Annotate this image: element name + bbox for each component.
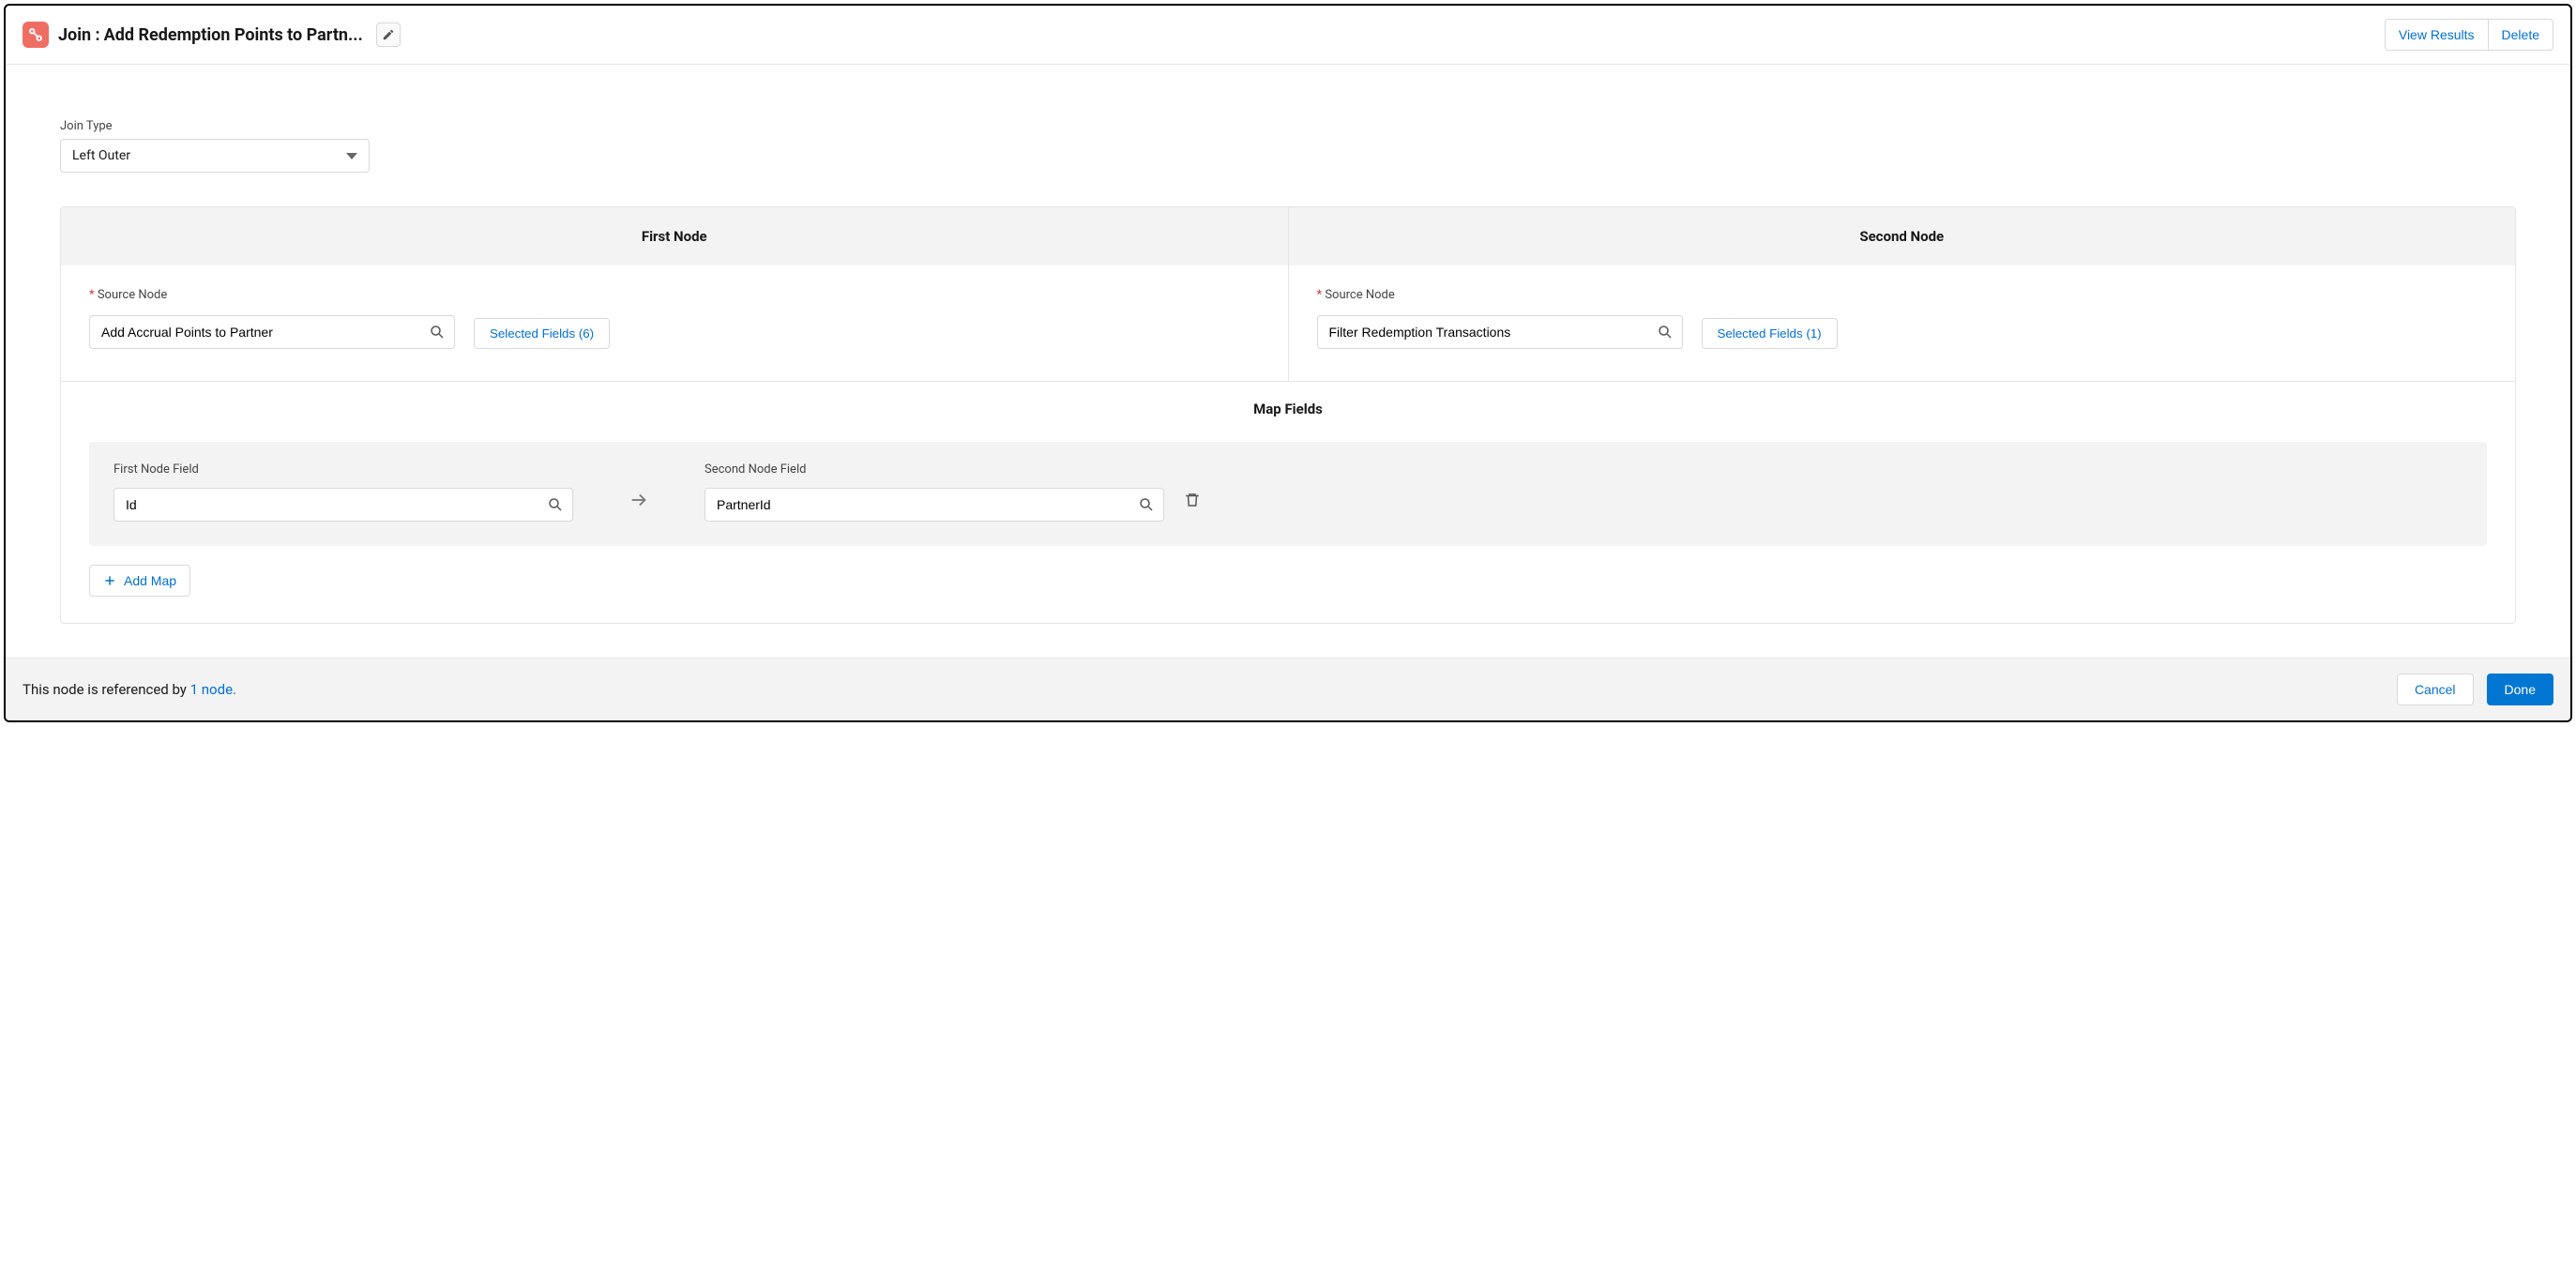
page-title-prefix: Join : — [58, 25, 100, 45]
map-arrow — [573, 475, 705, 510]
join-type-select[interactable]: Left Outer — [60, 139, 370, 173]
first-node-selected-fields-button[interactable]: Selected Fields (6) — [474, 318, 610, 349]
join-type-value: Left Outer — [72, 148, 130, 163]
footer-reference-text: This node is referenced by 1 node. — [23, 681, 236, 698]
nodes-header-row: First Node Second Node — [61, 207, 2515, 265]
trash-icon — [1184, 492, 1201, 508]
second-node-field-label: Second Node Field — [705, 462, 1164, 477]
map-fields-section: Map Fields First Node Field — [61, 381, 2515, 623]
search-icon — [1138, 496, 1155, 513]
first-node-field-col: First Node Field — [114, 462, 573, 522]
add-map-label: Add Map — [124, 573, 176, 588]
cancel-button[interactable]: Cancel — [2397, 674, 2474, 705]
footer-reference-link[interactable]: 1 node. — [190, 681, 236, 698]
first-node-cell: Source Node Selected Fields (6) — [61, 265, 1289, 381]
map-fields-title: Map Fields — [89, 401, 2487, 417]
plus-icon — [103, 574, 116, 587]
second-node-field-input[interactable] — [705, 488, 1164, 522]
second-node-field-col: Second Node Field — [705, 462, 1164, 522]
chevron-down-icon — [346, 153, 357, 159]
add-map-button[interactable]: Add Map — [89, 565, 190, 597]
first-node-source-label: Source Node — [89, 288, 1260, 302]
page-frame: Join : Add Redemption Points to Partn...… — [4, 4, 2572, 722]
join-type-label: Join Type — [60, 119, 2516, 133]
header: Join : Add Redemption Points to Partn...… — [6, 6, 2570, 65]
done-button[interactable]: Done — [2487, 674, 2553, 705]
footer-ref-prefix: This node is referenced by — [23, 681, 190, 698]
search-icon — [429, 324, 446, 341]
header-actions: View Results Delete — [2385, 19, 2553, 51]
body: Join Type Left Outer First Node Second N… — [6, 65, 2570, 658]
nodes-body-row: Source Node Selected Fields (6) Source N… — [61, 265, 2515, 381]
delete-map-button[interactable] — [1164, 477, 1220, 508]
second-node-source-label: Source Node — [1317, 288, 2488, 302]
second-node-cell: Source Node Selected Fields (1) — [1289, 265, 2516, 381]
page-title: Join : Add Redemption Points to Partn... — [58, 25, 363, 45]
first-node-field-label: First Node Field — [114, 462, 573, 477]
nodes-table: First Node Second Node Source Node Sel — [60, 206, 2516, 624]
map-row: First Node Field — [89, 442, 2487, 546]
edit-title-button[interactable] — [376, 23, 401, 47]
view-results-button[interactable]: View Results — [2385, 19, 2488, 51]
search-icon — [547, 496, 564, 513]
footer-actions: Cancel Done — [2397, 674, 2553, 705]
join-icon-svg — [27, 26, 44, 43]
search-icon — [1657, 324, 1674, 341]
pencil-icon — [382, 28, 395, 41]
join-icon — [23, 22, 49, 48]
arrow-right-icon — [629, 490, 649, 510]
second-node-selected-fields-button[interactable]: Selected Fields (1) — [1702, 318, 1838, 349]
first-node-header: First Node — [61, 207, 1289, 265]
first-node-field-input[interactable] — [114, 488, 573, 522]
second-node-source-input-wrap — [1317, 315, 1683, 349]
footer: This node is referenced by 1 node. Cance… — [6, 658, 2570, 720]
second-node-header: Second Node — [1289, 207, 2516, 265]
delete-button[interactable]: Delete — [2488, 19, 2553, 51]
page-title-text: Add Redemption Points to Partn... — [104, 25, 363, 45]
first-node-source-input-wrap — [89, 315, 455, 349]
first-node-source-input[interactable] — [89, 315, 455, 349]
second-node-source-input[interactable] — [1317, 315, 1683, 349]
